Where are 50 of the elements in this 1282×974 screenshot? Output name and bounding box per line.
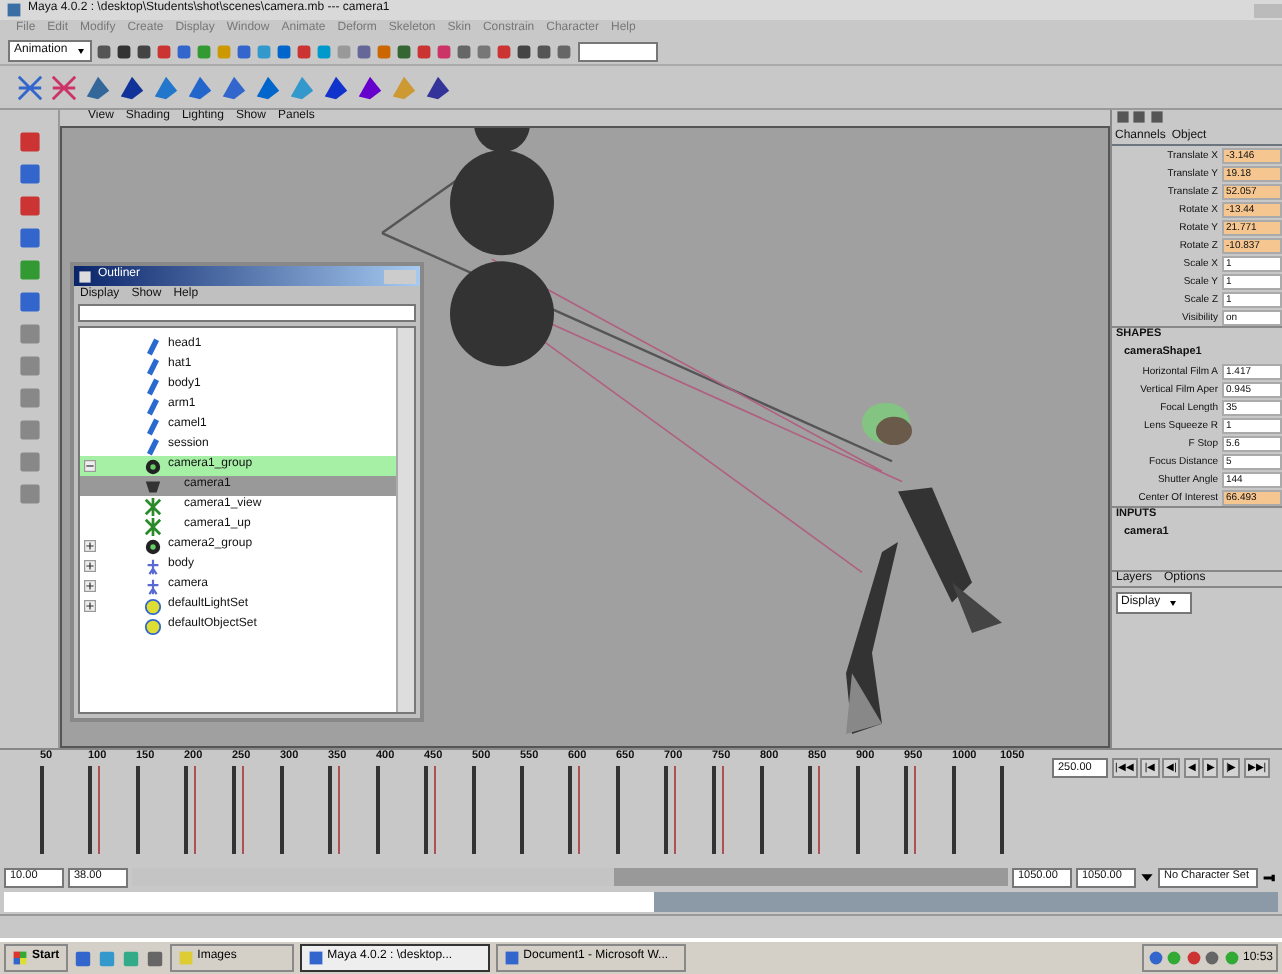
window-icon — [307, 950, 324, 966]
caret-icon — [75, 46, 86, 56]
tool-icon[interactable] — [17, 162, 41, 186]
figure-icon — [144, 577, 162, 595]
key-icon[interactable] — [1262, 869, 1278, 885]
figure-icon — [144, 557, 162, 575]
expand-icon[interactable] — [84, 600, 96, 612]
command-line-field[interactable] — [4, 892, 654, 912]
locator-icon — [144, 517, 162, 535]
range-slider-bar[interactable] — [132, 868, 614, 886]
tool-icon[interactable] — [17, 482, 41, 506]
shelf-icon[interactable] — [84, 73, 112, 101]
shelf-icon[interactable] — [254, 73, 282, 101]
locator-icon — [144, 497, 162, 515]
maya-logo-icon — [6, 2, 22, 18]
caret-icon — [1168, 597, 1179, 608]
tool-icon[interactable] — [17, 130, 41, 154]
expand-icon[interactable] — [84, 560, 96, 572]
expand-icon[interactable] — [84, 580, 96, 592]
tool-icon[interactable] — [17, 194, 41, 218]
shelf-icon[interactable] — [322, 73, 350, 101]
tool-icon[interactable] — [17, 258, 41, 282]
shelf-icon[interactable] — [16, 73, 44, 101]
sphere-drawing — [450, 261, 554, 367]
shelf-icon[interactable] — [424, 73, 452, 101]
tool-icon[interactable] — [17, 418, 41, 442]
windows-logo-icon — [12, 950, 28, 966]
filter-field[interactable] — [78, 304, 416, 322]
shelf-icon[interactable] — [186, 73, 214, 101]
expand-icon[interactable] — [84, 540, 96, 552]
sphere-icon — [144, 537, 162, 555]
window-icon — [177, 950, 194, 966]
tool-icon[interactable] — [17, 290, 41, 314]
window-icon — [503, 950, 520, 966]
shelf-icon[interactable] — [50, 73, 78, 101]
tool-icon[interactable] — [17, 354, 41, 378]
command-field[interactable] — [578, 41, 659, 61]
shelf-icon[interactable] — [220, 73, 248, 101]
shelf-icon[interactable] — [356, 73, 384, 101]
sphere-icon — [144, 457, 162, 475]
tool-icon[interactable] — [17, 386, 41, 410]
tool-icon[interactable] — [17, 226, 41, 250]
caret-icon[interactable] — [1140, 870, 1154, 884]
tool-icon[interactable] — [17, 322, 41, 346]
tool-icon[interactable] — [17, 450, 41, 474]
scrollbar[interactable] — [396, 328, 414, 712]
outliner-icon — [78, 269, 92, 283]
shelf-icon[interactable] — [118, 73, 146, 101]
shelf-icon[interactable] — [152, 73, 180, 101]
expand-icon[interactable] — [84, 460, 96, 472]
